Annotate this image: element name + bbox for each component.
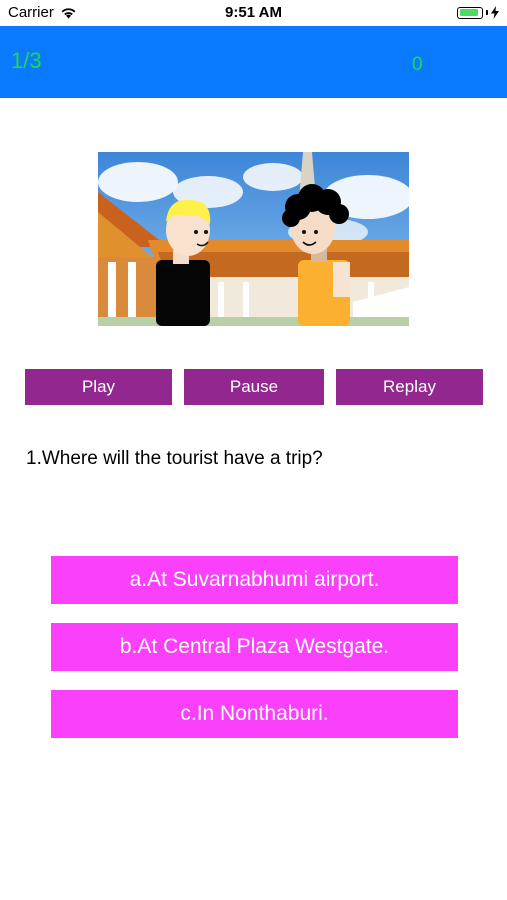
answer-c-button[interactable]: c.In Nonthaburi. <box>51 690 458 738</box>
scene-illustration <box>98 152 409 326</box>
score-counter: 0 <box>412 54 423 75</box>
battery-fill <box>459 9 478 16</box>
battery-tip <box>486 10 488 15</box>
status-bar: Carrier 9:51 AM <box>0 0 507 26</box>
temple-scene-image <box>98 152 409 326</box>
quiz-header: 1/3 0 <box>0 26 507 98</box>
answer-a-button[interactable]: a.At Suvarnabhumi airport. <box>51 556 458 604</box>
answer-b-button[interactable]: b.At Central Plaza Westgate. <box>51 623 458 671</box>
status-time: 9:51 AM <box>225 4 282 21</box>
status-right <box>457 6 499 19</box>
play-button[interactable]: Play <box>25 369 172 405</box>
question-progress: 1/3 <box>11 48 42 73</box>
question-text: 1.Where will the tourist have a trip? <box>26 448 323 469</box>
battery-icon <box>457 6 483 19</box>
pause-button[interactable]: Pause <box>184 369 324 405</box>
charging-bolt-icon <box>491 6 499 19</box>
replay-button[interactable]: Replay <box>336 369 483 405</box>
quiz-screen: Carrier 9:51 AM 1/3 0 Play Pause Replay … <box>0 0 507 900</box>
